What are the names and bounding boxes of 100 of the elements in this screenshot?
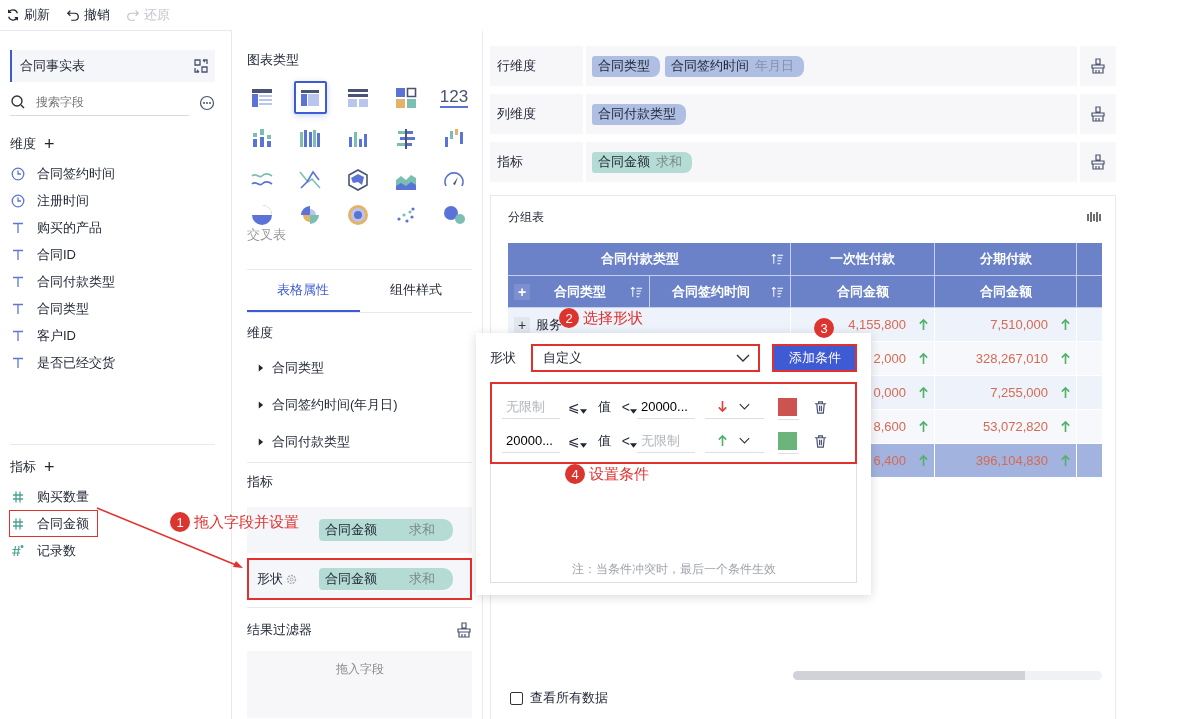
- sort-icon[interactable]: [771, 253, 784, 265]
- field-item[interactable]: 购买数量: [9, 483, 98, 510]
- operator-dropdown[interactable]: <: [621, 433, 637, 449]
- operator-dropdown[interactable]: ⩽: [568, 433, 587, 449]
- clock-icon: [11, 166, 25, 181]
- broom-icon[interactable]: [456, 622, 472, 638]
- field-item[interactable]: 合同类型: [9, 295, 98, 322]
- field-pill[interactable]: 合同金额 求和: [592, 151, 692, 173]
- expand-caret-icon[interactable]: [257, 437, 264, 446]
- caret-icon: [579, 409, 587, 414]
- field-item[interactable]: 合同金额: [9, 510, 98, 537]
- pill-suffix: 年月日: [755, 57, 794, 75]
- header-cell: 合同金额: [791, 276, 935, 308]
- radar-chart-icon: [346, 167, 370, 192]
- pill-label: 合同金额: [325, 570, 377, 588]
- step-label: 设置条件: [589, 464, 649, 484]
- cell-value: 328,267,010: [975, 351, 1048, 366]
- field-item[interactable]: 客户ID: [9, 322, 85, 349]
- field-item[interactable]: 合同付款类型: [9, 268, 124, 295]
- aggregation-label: 求和: [409, 570, 435, 588]
- chart-type-button[interactable]: 123: [437, 81, 471, 114]
- header-cell: [1077, 243, 1102, 276]
- bubble-chart-icon: [442, 203, 466, 227]
- pill-label: 合同金额: [325, 521, 377, 539]
- measure-pill[interactable]: 合同金额 求和: [319, 568, 453, 590]
- shelf-label: 指标: [497, 153, 523, 171]
- dataset-name: 合同事实表: [20, 57, 85, 75]
- broom-icon[interactable]: [1090, 154, 1106, 170]
- tiles-icon: [394, 85, 418, 110]
- tree-item[interactable]: 合同签约时间(年月日): [272, 395, 398, 414]
- note-text: 注：当条件冲突时，最后一个条件生效: [570, 561, 777, 578]
- sunburst-chart-icon: [346, 203, 370, 227]
- tree-item[interactable]: 合同类型: [272, 358, 324, 377]
- field-label: 形状: [490, 349, 517, 367]
- operator-dropdown[interactable]: <: [621, 399, 637, 415]
- expand-caret-icon[interactable]: [257, 363, 264, 372]
- tree-item[interactable]: 合同付款类型: [272, 432, 350, 451]
- field-item[interactable]: 记录数: [9, 537, 85, 564]
- add-button[interactable]: +: [44, 458, 55, 476]
- aggregation-label: 求和: [409, 521, 435, 539]
- range-bar-icon: [394, 126, 418, 151]
- caret-icon: [629, 443, 637, 448]
- tab[interactable]: 组件样式: [359, 270, 472, 312]
- chevron-down-icon: [738, 437, 750, 444]
- swap-icon[interactable]: [193, 58, 209, 74]
- header-cell: 合同付款类型: [508, 243, 791, 276]
- cell-value: 0,000: [873, 385, 906, 400]
- broom-icon[interactable]: [1090, 106, 1106, 122]
- cell-value: 7,255,000: [990, 385, 1048, 400]
- section-title: 指标: [10, 458, 36, 476]
- delete-icon[interactable]: [812, 433, 828, 449]
- caret-icon: [629, 409, 637, 414]
- tab[interactable]: 表格属性: [247, 270, 360, 312]
- header-cell: + 合同类型: [508, 276, 650, 308]
- step-label: 选择形状: [583, 308, 643, 328]
- cell-value: 2,000: [873, 351, 906, 366]
- field-pill[interactable]: 合同签约时间 年月日: [665, 55, 804, 77]
- chevron-down-icon: [736, 354, 751, 362]
- field-pill[interactable]: 合同付款类型: [592, 103, 686, 125]
- dropdown-value: 自定义: [542, 349, 582, 367]
- redo-icon: [126, 8, 140, 22]
- cell-value: 8,600: [873, 419, 906, 434]
- dataset-selector[interactable]: 合同事实表: [10, 50, 215, 82]
- value-label: 值: [597, 398, 611, 416]
- header-cell: [1077, 276, 1102, 308]
- field-pill[interactable]: 合同类型: [592, 55, 660, 77]
- sort-icon[interactable]: [630, 285, 643, 298]
- field-item[interactable]: 购买的产品: [9, 214, 111, 241]
- add-condition-button[interactable]: 添加条件: [772, 344, 857, 372]
- chart-type-button[interactable]: [293, 81, 327, 114]
- field-item[interactable]: 注册时间: [9, 187, 98, 214]
- horizontal-scrollbar[interactable]: [793, 671, 1102, 680]
- measure-pill[interactable]: 合同金额 求和: [319, 519, 453, 541]
- undo-button[interactable]: 撤销: [66, 4, 110, 26]
- checkbox[interactable]: [510, 691, 523, 705]
- pill-label: 合同付款类型: [598, 105, 676, 123]
- shelf-label: 列维度: [497, 105, 536, 123]
- more-icon[interactable]: [199, 94, 215, 111]
- header-cell: 合同金额: [935, 276, 1077, 308]
- operator-dropdown[interactable]: ⩽: [568, 399, 587, 415]
- field-item[interactable]: 合同签约时间: [9, 160, 124, 187]
- expand-button[interactable]: +: [514, 316, 530, 333]
- add-button[interactable]: +: [44, 135, 55, 153]
- field-item[interactable]: 是否已经交货: [9, 349, 124, 376]
- header-cell: 合同签约时间: [650, 276, 791, 308]
- refresh-button[interactable]: 刷新: [6, 4, 50, 26]
- broom-icon[interactable]: [1090, 58, 1106, 74]
- number-type-icon: [11, 516, 25, 531]
- shape-dropdown[interactable]: 自定义: [530, 344, 761, 372]
- text-type-icon: [11, 301, 25, 316]
- field-item[interactable]: 合同ID: [9, 241, 85, 268]
- delete-icon[interactable]: [812, 399, 828, 415]
- chevron-down-icon: [738, 403, 750, 410]
- expand-caret-icon[interactable]: [257, 400, 264, 409]
- search-field[interactable]: 搜索字段: [34, 94, 158, 110]
- text-type-icon: [11, 328, 25, 343]
- drop-zone[interactable]: 拖入字段: [247, 651, 472, 718]
- chart-switch-icon[interactable]: [1087, 210, 1101, 224]
- sort-icon[interactable]: [771, 285, 784, 298]
- section-title: 指标: [247, 473, 274, 491]
